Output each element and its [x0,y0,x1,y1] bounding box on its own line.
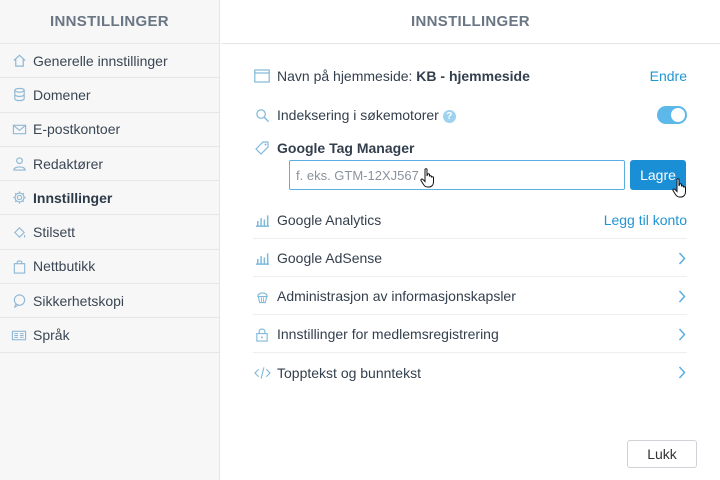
sidebar-item-email[interactable]: E-postkontoer [0,113,219,147]
sidebar-title: INNSTILLINGER [50,13,169,30]
membership-label: Innstillinger for medlemsregistrering [277,326,499,342]
site-name-label: Navn på hjemmeside: [277,68,413,84]
sidebar-item-label: Sikkerhetskopi [33,292,125,309]
sidebar-item-backup[interactable]: Sikkerhetskopi [0,284,219,319]
code-icon [253,364,271,382]
sidebar-item-settings[interactable]: Innstillinger [0,181,219,216]
header-footer-row[interactable]: Topptekst og bunntekst [253,354,687,391]
gear-icon [10,189,28,207]
cupcake-icon [253,287,271,305]
chat-bubble-icon [10,292,28,310]
language-flag-icon [10,326,28,344]
paint-bucket-icon [10,223,28,241]
chevron-right-icon [677,366,687,380]
sidebar-header: INNSTILLINGER [0,0,219,44]
membership-row[interactable]: Innstillinger for medlemsregistrering [253,316,687,353]
lock-icon [253,325,271,343]
shopping-bag-icon [10,257,28,275]
cookies-label: Administrasjon av informasjonskapsler [277,288,516,304]
sidebar-item-label: Stilsett [33,224,76,241]
bar-chart-icon [253,211,271,229]
indexing-row: Indeksering i søkemotorer? [253,103,687,127]
sidebar-item-shop[interactable]: Nettbutikk [0,250,219,285]
analytics-label: Google Analytics [277,212,382,228]
sidebar-item-general[interactable]: Generelle innstillinger [0,44,219,79]
panel-header: INNSTILLINGER [221,0,720,44]
settings-panel: INNSTILLINGER Navn på hjemmeside: KB - h… [221,0,720,480]
tag-icon [253,139,271,157]
sidebar-item-label: Generelle innstillinger [33,52,168,69]
edit-site-name-link[interactable]: Endre [650,68,687,84]
database-icon [10,86,28,104]
home-icon [10,52,28,70]
chevron-right-icon [677,327,687,341]
chevron-right-icon [677,251,687,265]
indexing-toggle[interactable] [657,106,687,124]
site-name-row: Navn på hjemmeside: KB - hjemmeside Endr… [253,64,687,88]
gtm-id-input[interactable] [289,160,625,190]
header-footer-label: Topptekst og bunntekst [277,364,421,381]
indexing-text: Indeksering i søkemotorer? [277,107,657,123]
cookies-row[interactable]: Administrasjon av informasjonskapsler [253,278,687,315]
gtm-label: Google Tag Manager [277,140,415,156]
adsense-label: Google AdSense [277,250,383,266]
sidebar-item-label: Innstillinger [33,189,113,206]
sidebar-item-editors[interactable]: Redaktører [0,147,219,182]
envelope-icon [10,120,28,138]
indexing-label: Indeksering i søkemotorer [277,107,439,123]
magnifier-icon [253,106,271,124]
adsense-row[interactable]: Google AdSense [253,240,687,277]
toggle-knob [671,108,685,122]
sidebar-item-label: Domener [33,86,91,103]
help-icon[interactable]: ? [442,109,456,123]
sidebar: INNSTILLINGER Generelle innstillinger Do… [0,0,220,480]
close-button[interactable]: Lukk [627,440,697,468]
user-icon [10,155,28,173]
sidebar-item-styles[interactable]: Stilsett [0,215,219,250]
sidebar-item-label: Nettbutikk [33,258,96,275]
sidebar-item-label: Språk [33,327,70,344]
chevron-right-icon [677,289,687,303]
bar-chart-icon [253,249,271,267]
gtm-row: Google Tag Manager [253,137,687,159]
analytics-row: Google Analytics Legg til konto [253,202,687,239]
save-button[interactable]: Lagre [630,160,686,190]
site-name-value: KB - hjemmeside [416,68,530,84]
sidebar-item-label: Redaktører [33,155,104,172]
sidebar-item-label: E-postkontoer [33,121,121,138]
site-name-text: Navn på hjemmeside: KB - hjemmeside [277,68,650,84]
sidebar-item-domains[interactable]: Domener [0,78,219,113]
add-analytics-account-link[interactable]: Legg til konto [604,212,687,228]
page-title: INNSTILLINGER [411,13,530,30]
browser-window-icon [253,67,271,85]
sidebar-item-language[interactable]: Språk [0,318,219,353]
